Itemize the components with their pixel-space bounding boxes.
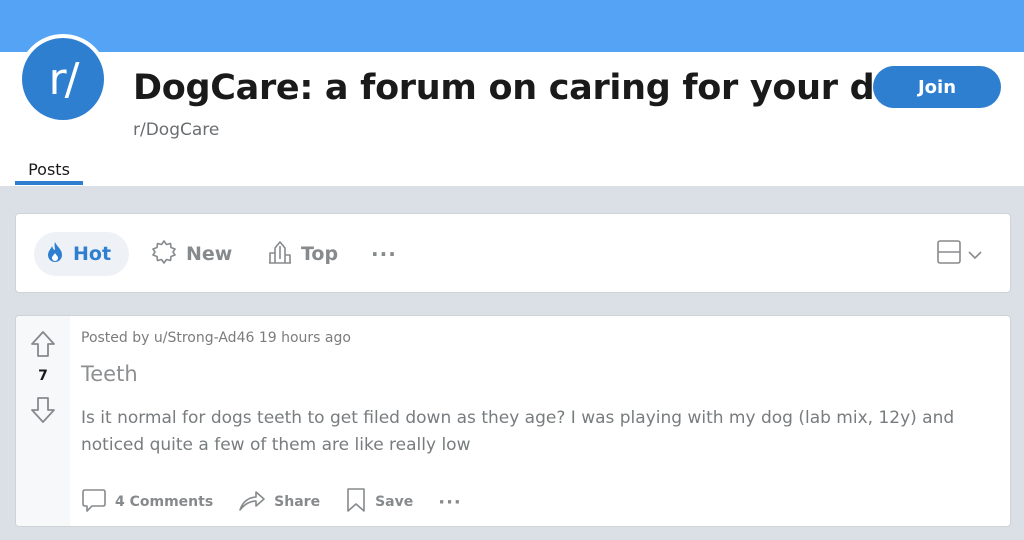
post-meta: Posted by u/Strong-Ad46 19 hours ago [81, 330, 351, 346]
comments-button[interactable]: 4 Comments [81, 487, 213, 517]
top-chart-icon [268, 239, 301, 270]
community-banner [0, 0, 1024, 52]
join-button[interactable]: Join [873, 66, 1001, 108]
save-button[interactable]: Save [345, 487, 413, 517]
sort-bar: Hot New Top ··· [15, 213, 1011, 293]
sort-new-label: New [186, 243, 233, 265]
post-body: Is it normal for dogs teeth to get filed… [81, 408, 955, 455]
comments-label: 4 Comments [115, 494, 214, 510]
card-view-icon [936, 239, 962, 269]
chevron-down-icon [968, 245, 982, 264]
flame-icon [46, 241, 73, 268]
comment-icon [81, 487, 115, 517]
sort-more-button[interactable]: ··· [371, 232, 397, 276]
share-button[interactable]: Share [238, 488, 320, 516]
community-name: r/DogCare [133, 120, 220, 140]
sort-top-button[interactable]: Top [268, 232, 338, 276]
sort-hot-button[interactable]: Hot [34, 232, 129, 276]
bookmark-icon [345, 487, 375, 517]
post-card[interactable]: 7 Posted by u/Strong-Ad46 19 hours ago T… [15, 315, 1011, 527]
post-actions: 4 Comments Share Save ··· [81, 486, 487, 518]
avatar-text: r/ [22, 38, 104, 120]
sort-hot-label: Hot [73, 243, 112, 265]
view-mode-dropdown[interactable] [936, 238, 982, 270]
vote-count: 7 [38, 368, 48, 384]
post-more-button[interactable]: ··· [438, 492, 462, 513]
post-title[interactable]: Teeth [81, 362, 138, 386]
sort-new-button[interactable]: New [151, 232, 232, 276]
sort-top-label: Top [301, 243, 339, 265]
downvote-arrow-icon[interactable] [30, 396, 56, 428]
community-avatar: r/ [18, 34, 108, 124]
starburst-icon [151, 239, 186, 270]
share-label: Share [274, 494, 321, 510]
vote-column: 7 [16, 316, 70, 526]
active-tab-underline [15, 181, 83, 185]
share-arrow-icon [238, 488, 274, 516]
save-label: Save [375, 494, 414, 510]
community-title: DogCare: a forum on caring for your dog. [133, 68, 936, 108]
upvote-arrow-icon[interactable] [30, 330, 56, 362]
